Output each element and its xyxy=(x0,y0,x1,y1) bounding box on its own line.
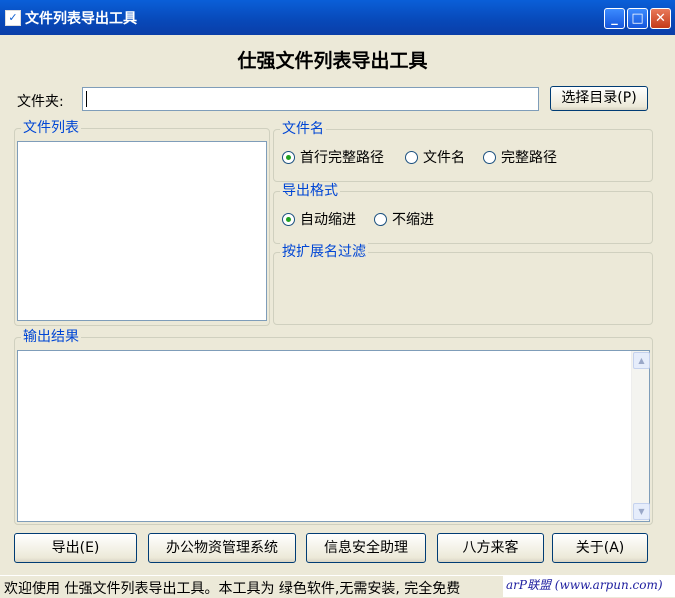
minimize-button[interactable]: _ xyxy=(604,8,625,29)
radio-selected-icon xyxy=(282,150,295,164)
page-title: 仕强文件列表导出工具 xyxy=(237,50,428,72)
export-format-group: 导出格式 自动缩进 不缩进 xyxy=(273,182,653,244)
vertical-scrollbar[interactable]: ▲ ▼ xyxy=(631,351,650,521)
folder-input[interactable] xyxy=(82,87,539,111)
extension-filter-label: 按扩展名过滤 xyxy=(280,243,368,261)
file-list-group: 文件列表 xyxy=(14,119,270,326)
maximize-button[interactable]: □ xyxy=(627,8,648,29)
radio-label: 自动缩进 xyxy=(300,212,356,228)
radio-auto-indent[interactable]: 自动缩进 xyxy=(282,209,356,229)
radio-icon xyxy=(483,150,496,164)
radio-full-path[interactable]: 完整路径 xyxy=(483,147,557,167)
radio-label: 不缩进 xyxy=(392,212,434,228)
output-label: 输出结果 xyxy=(21,328,81,346)
text-caret xyxy=(86,91,87,107)
radio-file-name[interactable]: 文件名 xyxy=(405,147,465,167)
folder-label: 文件夹: xyxy=(17,94,64,110)
scroll-down-icon[interactable]: ▼ xyxy=(633,503,650,520)
filename-group-label: 文件名 xyxy=(280,120,326,138)
about-button[interactable]: 关于(A) xyxy=(552,533,648,563)
export-button[interactable]: 导出(E) xyxy=(14,533,137,563)
choose-directory-button[interactable]: 选择目录(P) xyxy=(550,86,648,111)
radio-label: 首行完整路径 xyxy=(300,150,384,166)
export-format-label: 导出格式 xyxy=(280,182,340,200)
title-bar[interactable]: ✓ 文件列表导出工具 _ □ ✕ xyxy=(0,0,675,35)
main-window: ✓ 文件列表导出工具 _ □ ✕ 仕强文件列表导出工具 文件夹: 选择目录(P)… xyxy=(0,0,675,575)
close-button[interactable]: ✕ xyxy=(650,8,671,29)
radio-first-line-full-path[interactable]: 首行完整路径 xyxy=(282,147,384,167)
output-group: 输出结果 ▲ ▼ xyxy=(14,328,653,525)
status-text: 欢迎使用 仕强文件列表导出工具。本工具为 绿色软件,无需安装, 完全免费 xyxy=(4,581,461,597)
radio-selected-icon xyxy=(282,212,295,226)
checkbox-icon: ✓ xyxy=(5,10,21,26)
window-title: 文件列表导出工具 xyxy=(25,11,137,27)
output-textarea[interactable]: ▲ ▼ xyxy=(17,350,650,522)
office-supplies-button[interactable]: 办公物资管理系统 xyxy=(148,533,296,563)
filename-group: 文件名 首行完整路径 文件名 完整路径 xyxy=(273,120,653,182)
file-list-box[interactable] xyxy=(17,141,267,321)
radio-label: 完整路径 xyxy=(501,150,557,166)
watermark: arP联盟 (www.arpun.com) xyxy=(503,575,675,597)
radio-icon xyxy=(405,150,418,164)
radio-icon xyxy=(374,212,387,226)
security-assistant-button[interactable]: 信息安全助理 xyxy=(306,533,426,563)
radio-label: 文件名 xyxy=(423,150,465,166)
extension-filter-group: 按扩展名过滤 xyxy=(273,243,653,325)
bafang-button[interactable]: 八方来客 xyxy=(437,533,544,563)
radio-no-indent[interactable]: 不缩进 xyxy=(374,209,434,229)
scroll-up-icon[interactable]: ▲ xyxy=(633,352,650,369)
file-list-label: 文件列表 xyxy=(21,119,81,137)
